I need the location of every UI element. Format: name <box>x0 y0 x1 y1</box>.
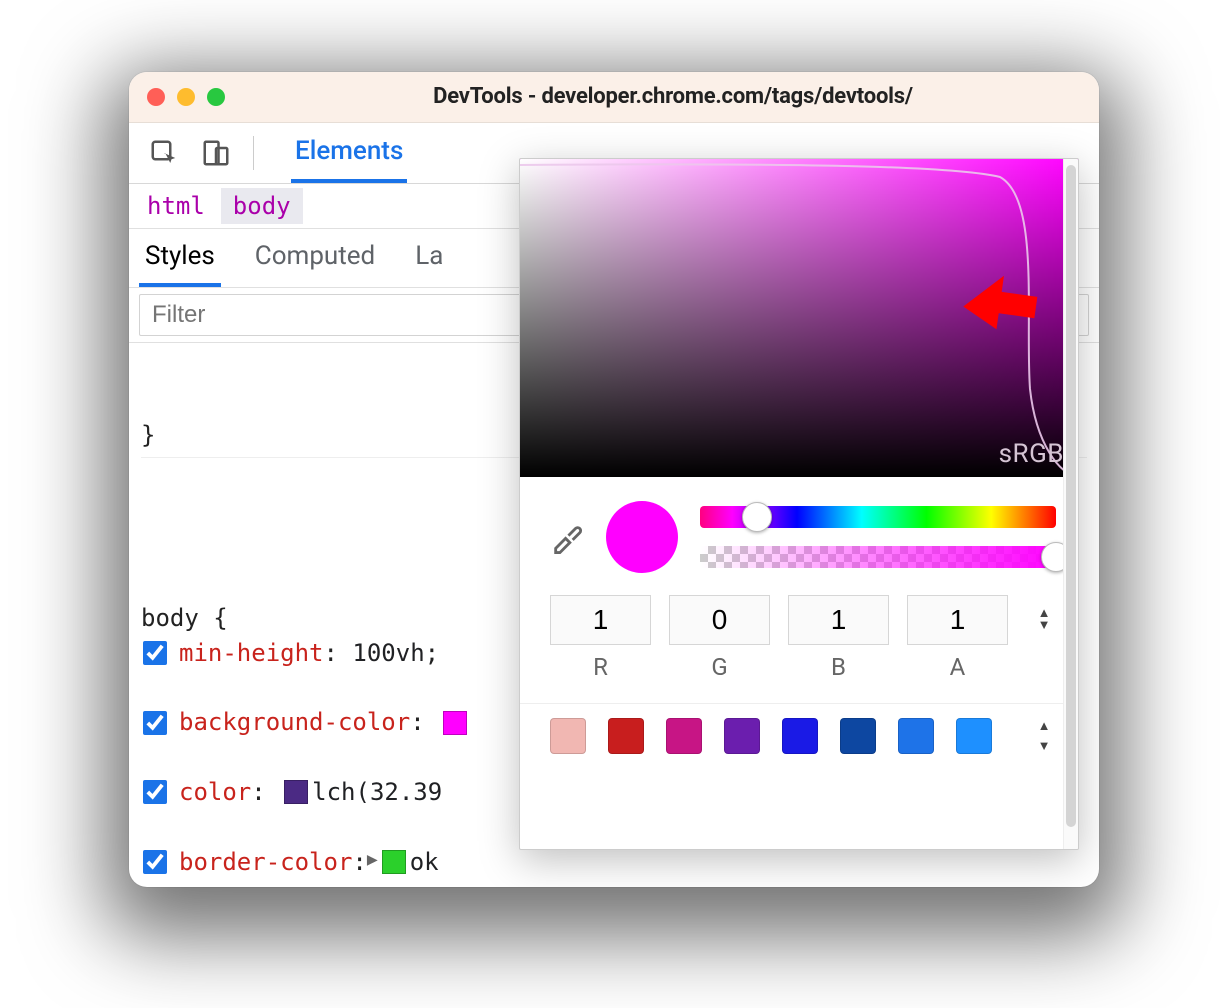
chevron-up-icon: ▲ <box>1038 718 1051 734</box>
palette-swatch[interactable] <box>550 718 586 754</box>
channel-b-input[interactable] <box>788 595 889 645</box>
channel-a-label: A <box>907 653 1008 681</box>
current-color-swatch <box>606 501 678 573</box>
toolbar-divider <box>253 136 254 170</box>
window-title: DevTools - developer.chrome.com/tags/dev… <box>265 84 1081 109</box>
subtab-styles[interactable]: Styles <box>139 229 221 287</box>
channel-r-label: R <box>550 653 651 681</box>
color-swatch[interactable] <box>284 780 308 804</box>
toggle-decl-checkbox[interactable] <box>143 641 167 665</box>
window-titlebar: DevTools - developer.chrome.com/tags/dev… <box>129 72 1099 123</box>
palette-page-stepper[interactable]: ▲ ▼ <box>1032 718 1056 754</box>
channel-g-input[interactable] <box>669 595 770 645</box>
color-swatch[interactable] <box>382 850 406 874</box>
eyedropper-icon[interactable] <box>550 520 584 554</box>
alpha-slider[interactable] <box>700 546 1056 568</box>
hue-slider-thumb[interactable] <box>742 502 772 532</box>
channel-g: G <box>669 595 770 681</box>
inspect-element-icon[interactable] <box>149 138 179 168</box>
decl-border-color[interactable]: border-color:▶ok <box>141 845 1087 880</box>
palette-swatch[interactable] <box>724 718 760 754</box>
chevron-down-icon: ▼ <box>1038 738 1051 754</box>
palette-swatch[interactable] <box>782 718 818 754</box>
channel-a: A <box>907 595 1008 681</box>
hue-slider[interactable] <box>700 506 1056 528</box>
palette-swatch[interactable] <box>608 718 644 754</box>
expand-shorthand-icon[interactable]: ▶ <box>367 847 378 873</box>
crumb-body[interactable]: body <box>221 188 303 224</box>
device-toolbar-icon[interactable] <box>201 138 231 168</box>
chevron-down-icon: ▼ <box>1038 622 1051 630</box>
gamut-label: sRGB <box>999 439 1064 469</box>
chevron-up-icon: ▲ <box>1038 610 1051 618</box>
annotation-arrow-icon <box>952 248 1042 338</box>
subtab-computed[interactable]: Computed <box>249 229 381 287</box>
channel-r-input[interactable] <box>550 595 651 645</box>
scrollbar-thumb[interactable] <box>1066 165 1076 827</box>
palette-swatches-row: ▲ ▼ <box>520 703 1078 754</box>
minimize-window-button[interactable] <box>177 88 195 106</box>
picker-scrollbar[interactable] <box>1063 159 1078 849</box>
maximize-window-button[interactable] <box>207 88 225 106</box>
channel-a-input[interactable] <box>907 595 1008 645</box>
palette-swatch[interactable] <box>956 718 992 754</box>
devtools-window: DevTools - developer.chrome.com/tags/dev… <box>129 72 1099 887</box>
close-window-button[interactable] <box>147 88 165 106</box>
palette-swatch[interactable] <box>666 718 702 754</box>
color-format-stepper[interactable]: ▲ ▼ <box>1032 595 1056 645</box>
toggle-decl-checkbox[interactable] <box>143 780 167 804</box>
sliders-column <box>700 506 1056 568</box>
palette-swatch[interactable] <box>840 718 876 754</box>
color-inputs-row: R G B A ▲ ▼ <box>520 585 1078 697</box>
picker-mid-row <box>520 477 1078 585</box>
top-tabs: Elements <box>291 122 407 183</box>
toggle-decl-checkbox[interactable] <box>143 850 167 874</box>
channel-b-label: B <box>788 653 889 681</box>
subtab-layout-truncated[interactable]: La <box>409 229 449 287</box>
toggle-decl-checkbox[interactable] <box>143 711 167 735</box>
tab-elements[interactable]: Elements <box>291 122 407 183</box>
crumb-html[interactable]: html <box>135 188 217 224</box>
channel-r: R <box>550 595 651 681</box>
traffic-lights <box>147 88 225 106</box>
selector-body: body { <box>141 604 228 632</box>
channel-g-label: G <box>669 653 770 681</box>
color-swatch[interactable] <box>443 711 467 735</box>
channel-b: B <box>788 595 889 681</box>
palette-swatch[interactable] <box>898 718 934 754</box>
